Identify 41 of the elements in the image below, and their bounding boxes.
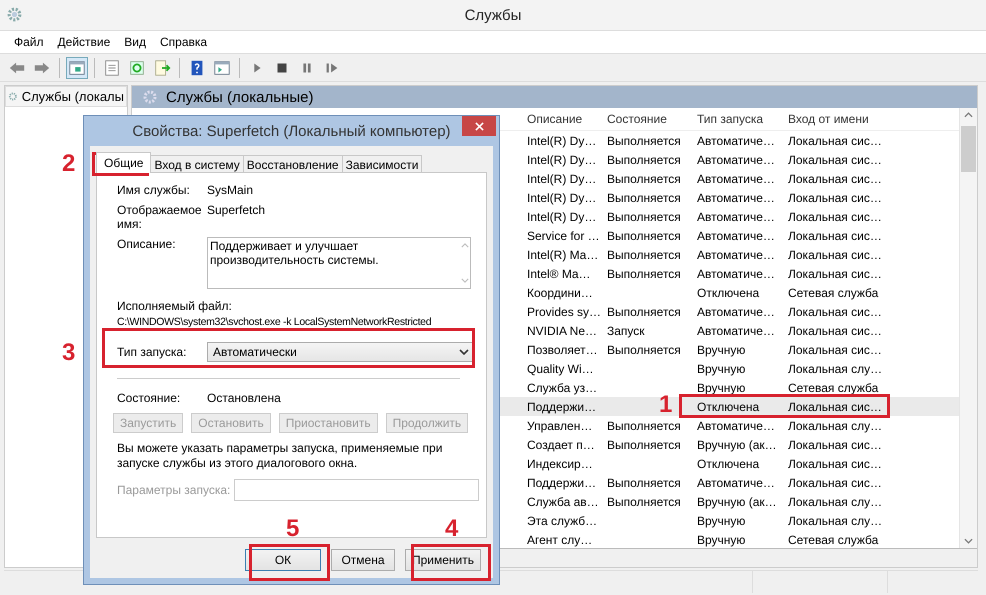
field-value: Superfetch <box>207 203 266 217</box>
tree-icon[interactable] <box>66 56 88 78</box>
scrollbar[interactable] <box>959 108 977 548</box>
field-label: Тип запуска: <box>117 345 188 359</box>
dialog-title: Свойства: Superfetch (Локальный компьютер) <box>132 122 451 140</box>
pane-header: Службы (локальные) <box>132 86 977 108</box>
field-value: C:\WINDOWS\system32\svchost.exe -k LocalSystemNetworkRestricted <box>117 316 432 328</box>
hint-text: Вы можете указать параметры запуска, применяемые при запуске службы из этого диалогового окна. <box>117 441 444 471</box>
callout-number: 5 <box>286 515 300 543</box>
field-label: Имя службы: <box>117 183 191 197</box>
field-value: SysMain <box>207 183 254 197</box>
callout-number: 4 <box>445 515 458 543</box>
field-label: Исполняемый файл: <box>117 299 233 313</box>
column-header[interactable]: Состояние <box>603 112 693 126</box>
gear-icon <box>142 89 158 105</box>
menu-item[interactable]: Вид <box>124 35 146 49</box>
dialog-button[interactable]: ОК <box>244 549 321 571</box>
menu-item[interactable]: Действие <box>58 35 110 49</box>
column-header[interactable]: Вход от имени <box>784 112 884 126</box>
field-label: Параметры запуска: <box>117 483 230 497</box>
scroll-up-icon[interactable] <box>964 112 973 118</box>
menu-item[interactable]: Файл <box>14 35 44 49</box>
menu-item[interactable]: Справка <box>160 35 208 49</box>
scroll-thumb[interactable] <box>961 126 976 172</box>
scroll-down-icon[interactable] <box>964 538 973 544</box>
window-title: Службы <box>464 6 522 24</box>
gear-icon <box>6 6 23 23</box>
column-header[interactable]: Тип запуска <box>693 112 784 126</box>
tab[interactable]: Вход в систему <box>150 155 244 173</box>
callout-number: 3 <box>62 339 76 367</box>
chevron-down-icon <box>459 349 469 355</box>
tab[interactable]: Общие <box>96 152 152 173</box>
field-label: Описание: <box>117 237 177 251</box>
tree-item[interactable]: Службы (локалы <box>5 86 127 107</box>
dialog-button[interactable]: Отмена <box>330 549 395 571</box>
column-header[interactable]: Описание <box>523 112 603 126</box>
callout-number: 2 <box>62 150 76 178</box>
close-button[interactable] <box>462 116 496 136</box>
close-icon <box>474 122 484 130</box>
tab[interactable]: Зависимости <box>342 155 422 173</box>
startup-type-dropdown[interactable]: Автоматически <box>207 342 475 362</box>
